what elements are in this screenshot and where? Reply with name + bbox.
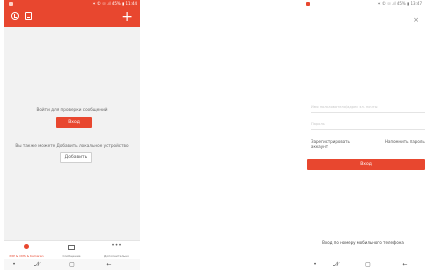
status-text: ✶ © ☉ .ıl 45% ▮ 13:47 xyxy=(377,1,422,6)
remind-password-link[interactable]: Напомнить пароль xyxy=(385,139,425,144)
login-prompt: Войти для проверки сообщений xyxy=(36,107,108,112)
add-device-button[interactable]: Добавить xyxy=(60,152,92,163)
login-button[interactable]: Вход xyxy=(56,117,92,128)
notification-icon xyxy=(9,2,13,6)
local-device-prompt: Вы также можете Добавить локальное устро… xyxy=(15,143,129,148)
tab-devices-label: P2P & CMS & Kamaran xyxy=(9,254,44,258)
devices-icon xyxy=(24,244,29,249)
notification-icon xyxy=(306,2,310,6)
system-nav-bar: • 𝒩 ▢ ← xyxy=(301,259,425,270)
phone-login-link[interactable]: Вход по номеру мобильного телефона xyxy=(301,240,425,245)
tab-devices[interactable]: P2P & CMS & Kamaran xyxy=(4,241,49,260)
more-dots-icon: ••• xyxy=(111,242,122,249)
nav-dot-icon[interactable]: • xyxy=(311,259,319,270)
nav-dot-icon[interactable]: • xyxy=(10,259,18,270)
login-screen: ✶ © ☉ .ıl 45% ▮ 13:47 × Имя пользователя… xyxy=(301,0,425,270)
tab-messages-label: Сообщение xyxy=(62,254,81,258)
username-field[interactable]: Имя пользователя/адрес эл. почты xyxy=(311,102,425,113)
tab-more[interactable]: ••• Дополнительно xyxy=(94,241,139,260)
back-arrow-icon[interactable]: ← xyxy=(104,259,114,270)
system-nav-bar: • 𝒩 ▢ ← xyxy=(4,259,140,270)
add-device-icon[interactable]: + xyxy=(121,10,133,24)
mail-icon xyxy=(68,245,75,250)
status-bar: ✶ © ☉ .ıl 45% ▮ 13:47 xyxy=(301,0,425,8)
home-icon[interactable]: ▢ xyxy=(363,259,373,270)
history-icon[interactable] xyxy=(11,12,19,20)
gesture-icon[interactable]: 𝒩 xyxy=(32,259,42,270)
login-button[interactable]: Вход xyxy=(307,159,425,170)
account-links: Зарегистрировать аккаунт Напомнить парол… xyxy=(311,139,425,155)
save-icon[interactable] xyxy=(25,12,32,20)
status-text: ✶ © ☉ .ıl 45% ▮ 11:44 xyxy=(92,1,137,6)
password-field[interactable]: Пароль xyxy=(311,119,425,130)
home-icon[interactable]: ▢ xyxy=(67,259,77,270)
device-list-screen: ✶ © ☉ .ıl 45% ▮ 11:44 + Войти для провер… xyxy=(4,0,140,270)
tab-more-label: Дополнительно xyxy=(104,254,129,258)
bottom-tab-bar: P2P & CMS & Kamaran Сообщение ••• Дополн… xyxy=(4,240,140,259)
tab-messages[interactable]: Сообщение xyxy=(49,241,94,260)
gesture-icon[interactable]: 𝒩 xyxy=(331,259,341,270)
status-bar: ✶ © ☉ .ıl 45% ▮ 11:44 xyxy=(4,0,140,8)
register-link[interactable]: Зарегистрировать аккаунт xyxy=(311,139,355,149)
back-arrow-icon[interactable]: ← xyxy=(400,259,410,270)
close-icon[interactable]: × xyxy=(413,16,419,24)
